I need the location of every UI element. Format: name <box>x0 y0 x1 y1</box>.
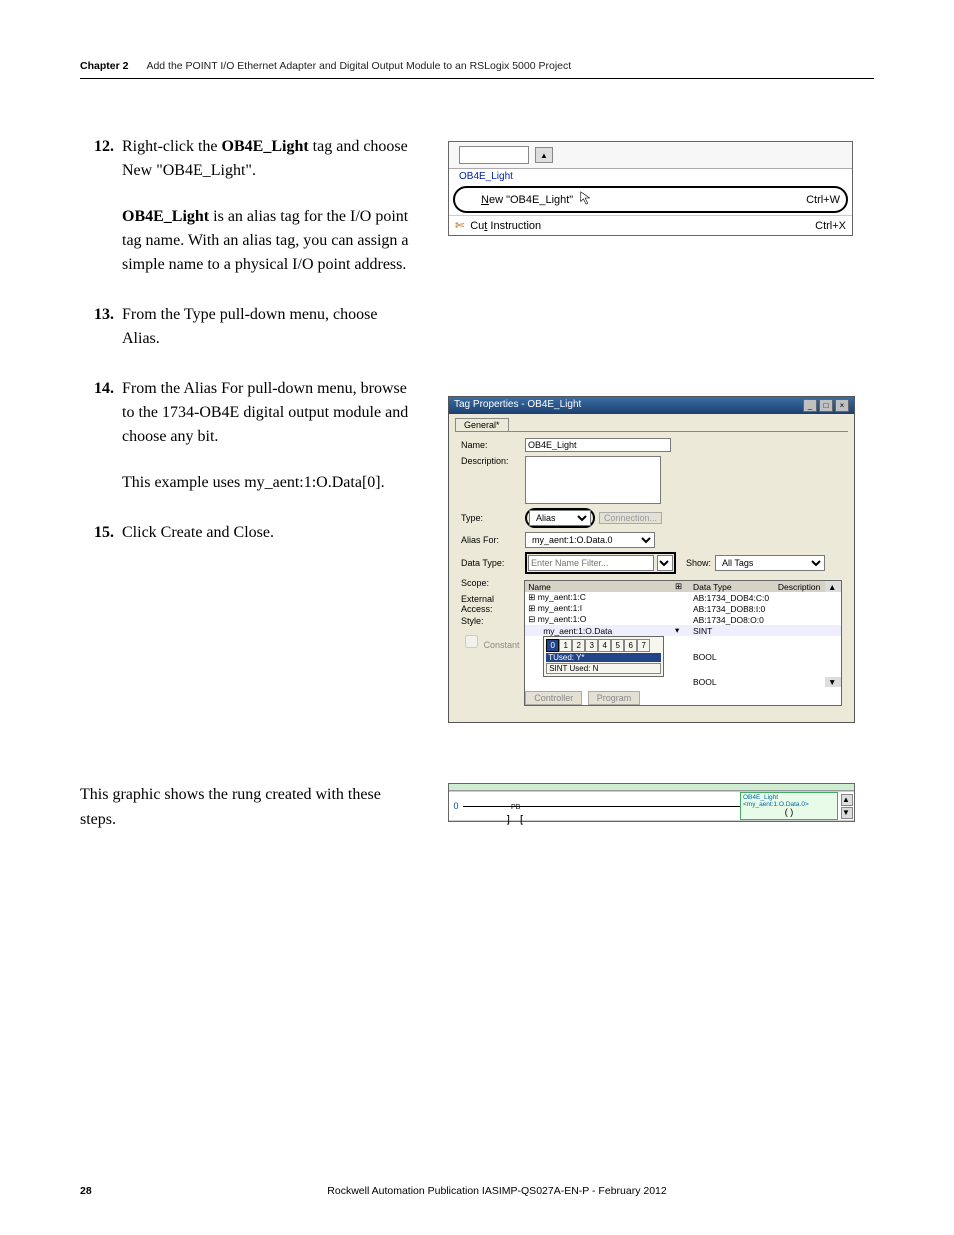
menu-new-tag[interactable]: New New "OB4E_Light""OB4E_Light" Ctrl+W <box>453 186 848 213</box>
scroll-up-icon[interactable]: ▲ <box>841 794 853 806</box>
close-button[interactable]: × <box>835 399 849 412</box>
step-number: 14. <box>80 377 122 401</box>
label-scope: Scope: <box>461 578 520 588</box>
footer-text: Rockwell Automation Publication IASIMP-Q… <box>120 1185 874 1197</box>
output-coil: OB4E_Light <my_aent:1:O.Data.0> ( ) <box>740 792 838 820</box>
bit-0[interactable]: 0 <box>546 639 559 652</box>
show-select[interactable]: All Tags <box>715 555 825 571</box>
bit-3[interactable]: 3 <box>585 639 598 652</box>
label-style: Style: <box>461 616 520 626</box>
bit-4[interactable]: 4 <box>598 639 611 652</box>
label-aliasfor: Alias For: <box>461 535 521 545</box>
bit-2[interactable]: 2 <box>572 639 585 652</box>
pb-label: PB <box>511 804 520 811</box>
scroll-down-icon[interactable]: ▼ <box>841 807 853 819</box>
label-type: Type: <box>461 513 521 523</box>
dialog-title: Tag Properties - OB4E_Light <box>454 399 581 412</box>
col-description: Description <box>775 581 825 592</box>
col-name: Name <box>525 581 672 592</box>
datatype-dropdown[interactable] <box>657 555 673 571</box>
tab-general[interactable]: General* <box>455 418 509 431</box>
datatype-filter[interactable] <box>528 555 654 571</box>
step-text: From the Type pull-down menu, choose Ali… <box>122 303 410 351</box>
chapter-title: Add the POINT I/O Ethernet Adapter and D… <box>146 60 571 72</box>
col-datatype: Data Type <box>690 581 775 592</box>
chapter-label: Chapter 2 <box>80 60 128 72</box>
step-text: Right-click the OB4E_Light tag and choos… <box>122 135 410 277</box>
step-text: From the Alias For pull-down menu, brows… <box>122 377 410 495</box>
shortcut-label: Ctrl+W <box>806 194 840 206</box>
type-select[interactable]: Alias <box>529 510 591 526</box>
bit-6[interactable]: 6 <box>624 639 637 652</box>
minimize-button[interactable]: _ <box>803 399 817 412</box>
xic-contact-icon: ] [ <box>505 813 525 826</box>
page-number: 28 <box>80 1185 120 1197</box>
instruction-list: 12. Right-click the OB4E_Light tag and c… <box>80 135 410 571</box>
label-name: Name: <box>461 440 521 450</box>
step-number: 15. <box>80 521 122 545</box>
bit-1[interactable]: 1 <box>559 639 572 652</box>
step-number: 13. <box>80 303 122 327</box>
bit-picker[interactable]: 01234567 TUsed: Y* SINT Used: N <box>543 636 664 677</box>
aliasfor-select[interactable]: my_aent:1:O.Data.0 <box>525 532 655 548</box>
label-description: Description: <box>461 456 521 466</box>
step-text: Click Create and Close. <box>122 521 410 545</box>
scope-controller-button[interactable]: Controller <box>525 691 582 705</box>
bit-7[interactable]: 7 <box>637 639 650 652</box>
description-input[interactable] <box>525 456 661 504</box>
label-datatype: Data Type: <box>461 558 521 568</box>
tag-properties-dialog: Tag Properties - OB4E_Light _ □ × Genera… <box>448 396 855 723</box>
tag-name-field[interactable] <box>459 146 529 164</box>
tag-label: OB4E_Light <box>449 169 852 184</box>
maximize-button[interactable]: □ <box>819 399 833 412</box>
scissors-icon: ✄ <box>455 219 464 232</box>
rung-number: 0 <box>449 801 463 811</box>
page-footer: 28 Rockwell Automation Publication IASIM… <box>80 1185 874 1197</box>
tag-browser[interactable]: Name ⊞ Data Type Description ▲ ⊞ my_aent… <box>524 580 842 706</box>
rung-caption: This graphic shows the rung created with… <box>80 783 410 833</box>
name-input[interactable] <box>525 438 671 452</box>
bit-5[interactable]: 5 <box>611 639 624 652</box>
ladder-rung-screenshot: 0 PB ] [ OB4E_Light <my_aent:1:O.Data.0>… <box>448 783 855 822</box>
label-external-access: External Access: <box>461 594 520 614</box>
connection-button[interactable]: Connection... <box>599 512 662 524</box>
shortcut-label: Ctrl+X <box>815 220 846 232</box>
context-menu-screenshot: ▲ OB4E_Light New New "OB4E_Light""OB4E_L… <box>448 141 853 236</box>
spin-up-button[interactable]: ▲ <box>535 147 553 163</box>
menu-cut-instruction[interactable]: ✄ Cut Instruction Ctrl+X <box>449 215 852 235</box>
constant-checkbox[interactable] <box>465 635 478 648</box>
cursor-icon <box>579 191 593 208</box>
page-header: Chapter 2 Add the POINT I/O Ethernet Ada… <box>80 60 874 79</box>
label-show: Show: <box>686 558 711 568</box>
scope-program-button[interactable]: Program <box>588 691 641 705</box>
step-number: 12. <box>80 135 122 159</box>
